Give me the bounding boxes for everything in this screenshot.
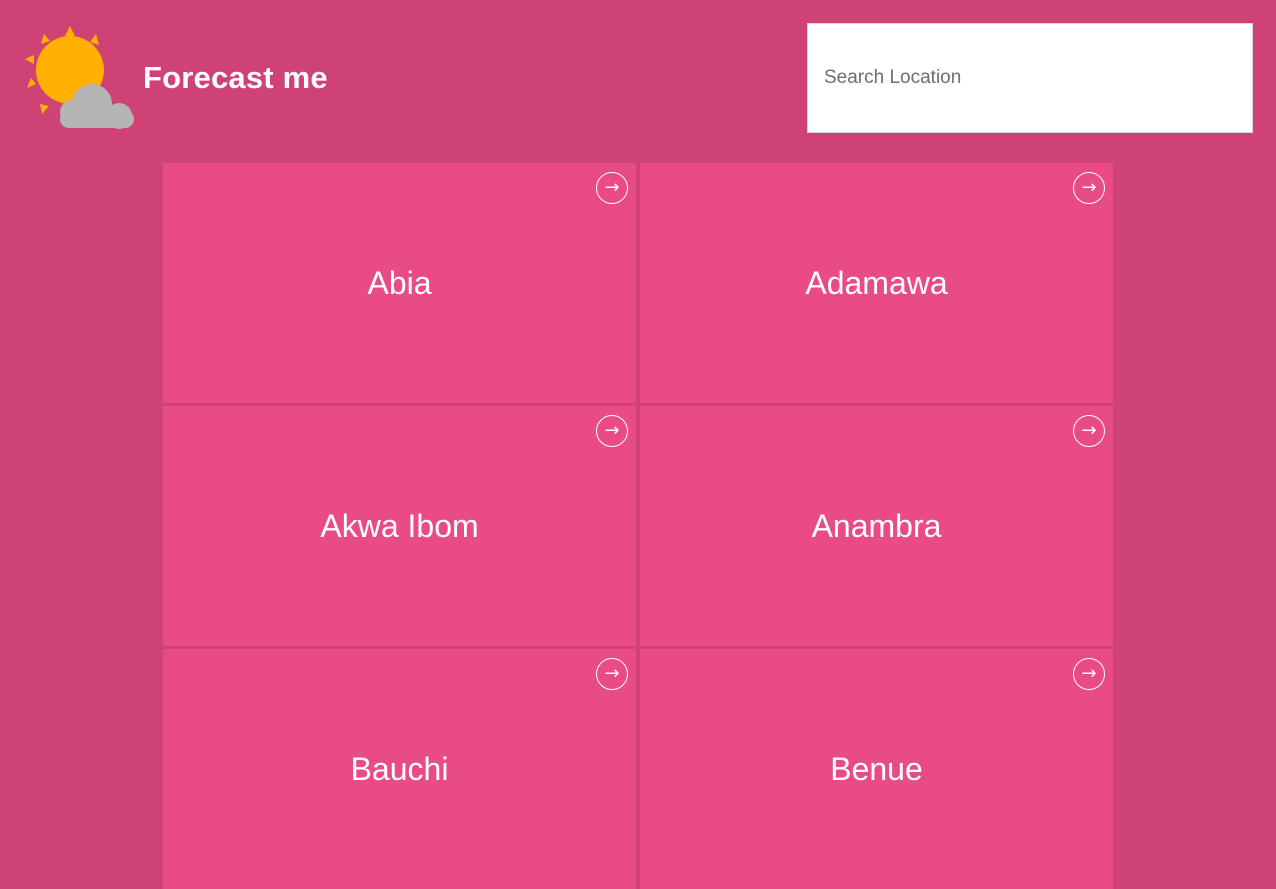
state-card-abia[interactable]: → Abia — [163, 163, 636, 403]
state-card-adamawa[interactable]: → Adamawa — [640, 163, 1113, 403]
state-card-anambra[interactable]: → Anambra — [640, 406, 1113, 646]
search-input[interactable] — [808, 24, 1252, 132]
arrow-right-icon[interactable]: → — [596, 415, 628, 447]
state-grid: → Abia → Adamawa → Akwa Ibom → Anambra →… — [163, 163, 1113, 889]
search-box — [807, 23, 1253, 133]
arrow-right-icon[interactable]: → — [1073, 172, 1105, 204]
state-card-bauchi[interactable]: → Bauchi — [163, 649, 636, 889]
state-card-akwa-ibom[interactable]: → Akwa Ibom — [163, 406, 636, 646]
arrow-right-icon[interactable]: → — [1073, 658, 1105, 690]
partly-cloudy-sun-icon — [22, 24, 136, 132]
state-name: Abia — [367, 265, 432, 301]
state-name: Bauchi — [350, 751, 449, 787]
state-name: Akwa Ibom — [320, 508, 479, 544]
arrow-right-icon[interactable]: → — [1073, 415, 1105, 447]
state-name: Benue — [830, 751, 923, 787]
state-name: Adamawa — [805, 265, 948, 301]
arrow-right-icon[interactable]: → — [596, 172, 628, 204]
app-title: Forecast me — [143, 60, 328, 95]
state-name: Anambra — [811, 508, 942, 544]
arrow-right-icon[interactable]: → — [596, 658, 628, 690]
state-card-benue[interactable]: → Benue — [640, 649, 1113, 889]
app-header: Forecast me — [0, 0, 1276, 160]
